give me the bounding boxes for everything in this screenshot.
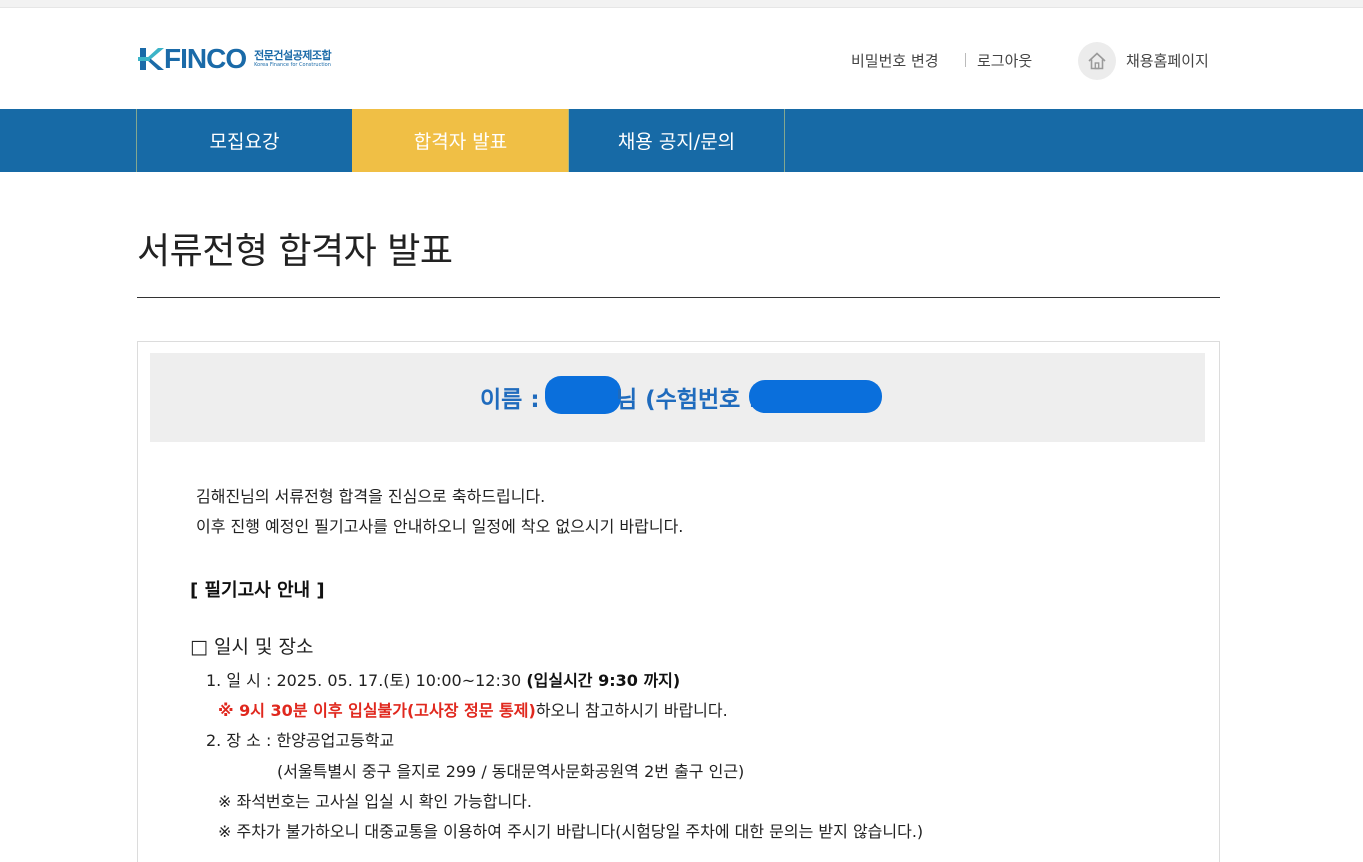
browser-top-strip [0,0,1363,8]
logo-k-mark [138,48,164,70]
recruit-home-link[interactable]: 채용홈페이지 [1126,50,1209,71]
logout-link[interactable]: 로그아웃 [977,50,1032,71]
redacted-exam-number [749,380,882,413]
warning-red: ※ 9시 30분 이후 입실불가(고사장 정문 통제) [218,701,536,720]
tab-label: 채용 공지/문의 [617,131,736,153]
change-password-link[interactable]: 비밀번호 변경 [851,50,939,71]
redacted-name [545,376,621,414]
kfinco-logo[interactable]: FINCO 전문건설공제조합 Korea Finance for Constru… [138,43,332,74]
tab-label: 합격자 발표 [413,131,508,153]
logo-subtitle: 전문건설공제조합 Korea Finance for Construction [254,50,331,68]
logo-text: FINCO [164,43,247,74]
utility-divider [965,53,966,67]
name-prefix: 이름 : [480,387,540,413]
exam-address: (서울특별시 중구 을지로 299 / 동대문역사문화공원역 2번 출구 인근) [277,762,745,781]
congrats-text-1: 김해진님의 서류전형 합격을 진심으로 축하드립니다. [196,487,546,506]
schedule-place-heading: □ 일시 및 장소 [190,636,314,658]
tab-notice-inquiry[interactable]: 채용 공지/문의 [569,109,784,172]
exam-section-title: [ 필기고사 안내 ] [190,580,325,601]
home-icon[interactable] [1078,42,1116,80]
congrats-text-2: 이후 진행 예정인 필기고사를 안내하오니 일정에 착오 없으시기 바랍니다. [196,517,684,536]
tab-label: 모집요강 [209,131,280,153]
page-title: 서류전형 합격자 발표 [137,231,453,272]
applicant-name-line: 이름 : [480,380,540,414]
logo-subtitle-en: Korea Finance for Construction [254,62,331,68]
exam-place-line: 2. 장 소 : 한양공업고등학교 [206,731,395,750]
warning-rest: 하오니 참고하시기 바랍니다. [535,701,728,720]
exam-date-line: 1. 일 시 : 2025. 05. 17.(토) 10:00~12:30 (입… [206,667,680,691]
logo-subtitle-ko: 전문건설공제조합 [254,49,332,62]
main-nav: 모집요강 합격자 발표 채용 공지/문의 [0,109,1363,172]
tab-pass-announcement[interactable]: 합격자 발표 [352,109,569,172]
entry-time: (입실시간 9:30 까지) [526,671,681,690]
home-icon-svg [1088,52,1106,70]
exam-number-line: 님 (수험번호 : [616,380,758,414]
title-divider [137,297,1220,298]
nav-divider [784,109,785,172]
parking-note: ※ 주차가 불가하오니 대중교통을 이용하여 주시기 바랍니다(시험당일 주차에… [218,822,924,841]
tab-recruitment-guide[interactable]: 모집요강 [137,109,352,172]
late-entry-warning: ※ 9시 30분 이후 입실불가(고사장 정문 통제)하오니 참고하시기 바랍니… [218,697,728,721]
seat-note: ※ 좌석번호는 고사실 입실 시 확인 가능합니다. [218,792,532,811]
exam-date: 1. 일 시 : 2025. 05. 17.(토) 10:00~12:30 [206,671,522,690]
name-suffix: 님 (수험번호 : [616,387,758,413]
